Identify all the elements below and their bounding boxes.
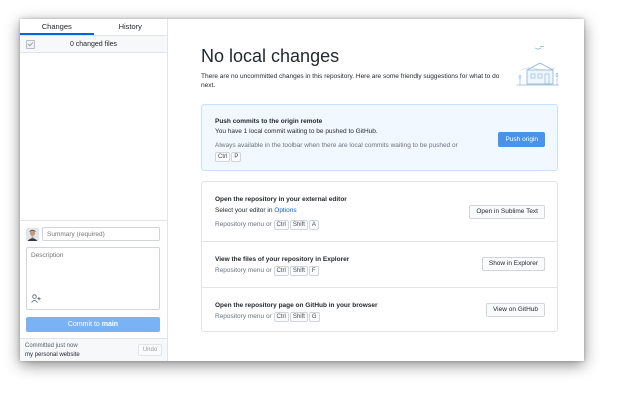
editor-title: Open the repository in your external edi… <box>215 196 347 203</box>
push-hint: Always available in the toolbar when the… <box>215 142 458 149</box>
explorer-hint: Repository menu or <box>215 267 272 274</box>
commit-description-box[interactable] <box>26 247 160 310</box>
kbd-g: G <box>308 312 320 322</box>
kbd-a: A <box>308 220 319 230</box>
last-commit-message: my personal website <box>25 352 80 358</box>
last-commit-time: Committed just now <box>25 343 78 349</box>
editor-suggestion-row: Open the repository in your external edi… <box>202 182 557 241</box>
kbd-shift: Shift <box>289 312 308 322</box>
github-hint: Repository menu or <box>215 313 272 320</box>
github-shortcut: Repository menu or Ctrl Shift G <box>215 312 321 322</box>
sidebar: Changes History 0 changed files Summary … <box>20 19 168 361</box>
main-content: No local changes There are no uncommitte… <box>168 19 584 361</box>
tab-history[interactable]: History <box>94 19 168 35</box>
kbd-ctrl: Ctrl <box>273 220 289 230</box>
add-coauthor-icon[interactable] <box>31 294 41 306</box>
github-title: Open the repository page on GitHub in yo… <box>215 302 378 309</box>
push-origin-button[interactable]: Push origin <box>498 132 545 147</box>
kbd-f: F <box>308 266 319 276</box>
changed-files-header: 0 changed files <box>20 36 167 53</box>
editor-text-prefix: Select your editor in <box>215 207 275 214</box>
select-all-checkbox[interactable] <box>26 40 35 49</box>
page-title: No local changes <box>201 46 340 66</box>
avatar <box>26 228 39 241</box>
suggestions-card: Open the repository in your external edi… <box>201 181 558 332</box>
commit-description-input[interactable] <box>27 248 159 293</box>
push-text: You have 1 local commit waiting to be pu… <box>215 128 378 135</box>
app-window: Changes History 0 changed files Summary … <box>20 19 584 361</box>
explorer-title: View the files of your repository in Exp… <box>215 256 350 263</box>
kbd-ctrl: Ctrl <box>215 152 231 162</box>
kbd-ctrl: Ctrl <box>273 312 289 322</box>
show-in-explorer-button[interactable]: Show in Explorer <box>481 257 545 271</box>
editor-hint: Repository menu or <box>215 221 272 228</box>
commit-button-label: Commit to <box>67 321 102 328</box>
commit-button[interactable]: Commit to main <box>26 317 160 332</box>
view-on-github-button[interactable]: View on GitHub <box>485 303 545 317</box>
github-suggestion-row: Open the repository page on GitHub in yo… <box>202 287 557 333</box>
no-changes-illustration <box>517 45 559 86</box>
undo-button[interactable]: Undo <box>138 344 162 356</box>
kbd-shift: Shift <box>289 266 308 276</box>
commit-summary-input[interactable] <box>42 227 160 241</box>
push-title: Push commits to the origin remote <box>215 118 323 125</box>
page-subtitle: There are no uncommitted changes in this… <box>201 73 500 89</box>
commit-branch-name: main <box>101 321 119 328</box>
editor-shortcut: Repository menu or Ctrl Shift A <box>215 220 320 230</box>
kbd-p: P <box>231 152 242 162</box>
push-suggestion-card: Push commits to the origin remote You ha… <box>201 104 558 171</box>
push-shortcut: Ctrl P <box>215 152 242 162</box>
kbd-ctrl: Ctrl <box>273 266 289 276</box>
editor-text: Select your editor in Options <box>215 207 297 214</box>
explorer-suggestion-row: View the files of your repository in Exp… <box>202 241 557 287</box>
kbd-shift: Shift <box>289 220 308 230</box>
options-link[interactable]: Options <box>274 207 296 214</box>
sidebar-tabs: Changes History <box>20 19 167 36</box>
tab-changes[interactable]: Changes <box>20 19 94 35</box>
explorer-shortcut: Repository menu or Ctrl Shift F <box>215 266 320 276</box>
open-in-editor-button[interactable]: Open in Sublime Text <box>469 205 545 219</box>
last-commit-panel: Committed just now my personal website U… <box>20 338 167 361</box>
commit-form: Commit to main Committed just now my per… <box>20 220 167 361</box>
changed-files-count: 0 changed files <box>69 40 118 48</box>
